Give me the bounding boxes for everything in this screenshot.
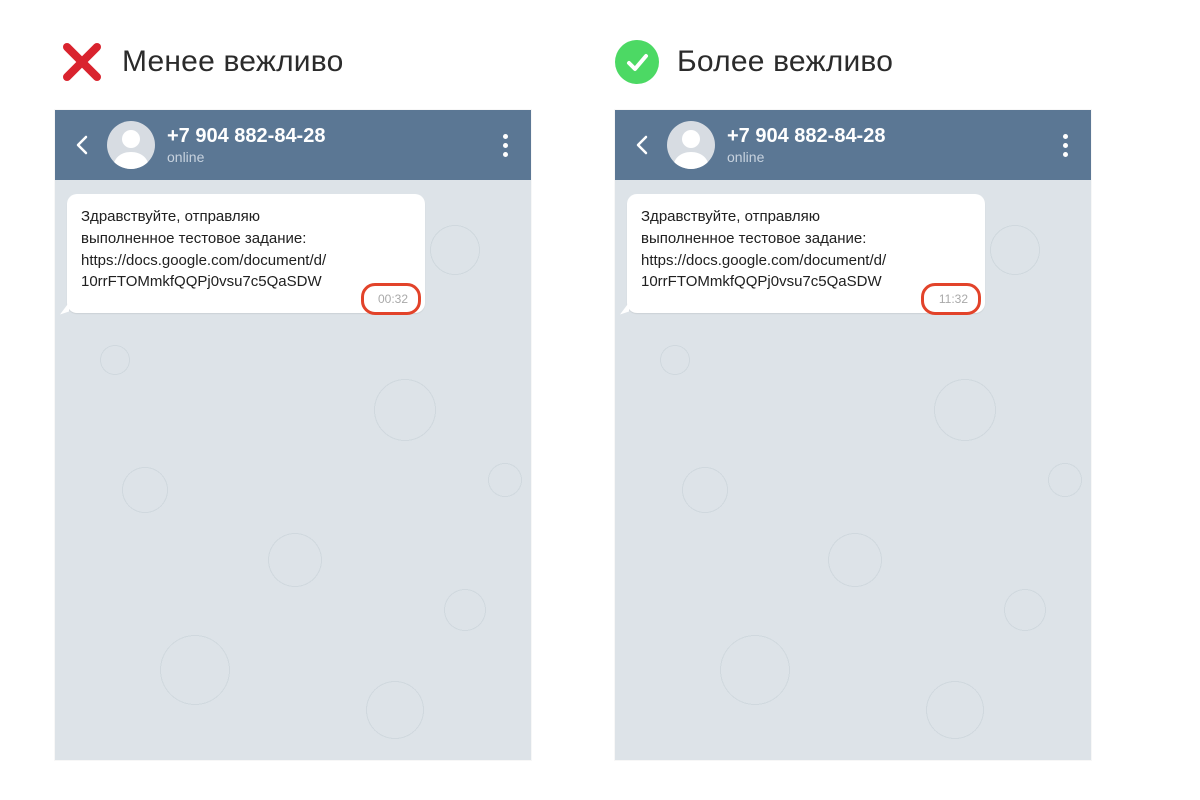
message-time: 11:32 <box>934 291 973 307</box>
back-button[interactable] <box>629 131 657 159</box>
chat-title-block[interactable]: +7 904 882-84-28 online <box>167 125 493 165</box>
menu-button[interactable] <box>1053 131 1077 159</box>
chat-area[interactable]: Здравствуйте, отправляю выполненное тест… <box>55 180 531 327</box>
chat-phone-number: +7 904 882-84-28 <box>167 125 493 148</box>
chat-header: +7 904 882-84-28 online <box>615 110 1091 180</box>
cross-icon <box>60 40 104 84</box>
message-line: выполненное тестовое задание: <box>641 228 971 250</box>
chat-area[interactable]: Здравствуйте, отправляю выполненное тест… <box>615 180 1091 327</box>
avatar[interactable] <box>667 121 715 169</box>
message-line: 10rrFTOMmkfQQPj0vsu7c5QaSDW <box>81 271 411 293</box>
chat-phone-number: +7 904 882-84-28 <box>727 125 1053 148</box>
message-line: https://docs.google.com/document/d/ <box>641 250 971 272</box>
message-time: 00:32 <box>373 291 413 307</box>
chat-status: online <box>167 149 493 165</box>
message-line: https://docs.google.com/document/d/ <box>81 250 411 272</box>
message-line: Здравствуйте, отправляю <box>641 206 971 228</box>
chat-header: +7 904 882-84-28 online <box>55 110 531 180</box>
message-line: 10rrFTOMmkfQQPj0vsu7c5QaSDW <box>641 271 971 293</box>
phone-mock-more: +7 904 882-84-28 online Здравствуйте, от… <box>615 110 1091 760</box>
message-line: выполненное тестовое задание: <box>81 228 411 250</box>
phone-mock-less: +7 904 882-84-28 online Здравствуйте, от… <box>55 110 531 760</box>
back-button[interactable] <box>69 131 97 159</box>
check-icon <box>615 40 659 84</box>
message-line: Здравствуйте, отправляю <box>81 206 411 228</box>
heading-more-polite: Более вежливо <box>615 40 893 84</box>
chat-title-block[interactable]: +7 904 882-84-28 online <box>727 125 1053 165</box>
avatar[interactable] <box>107 121 155 169</box>
menu-button[interactable] <box>493 131 517 159</box>
heading-more-label: Более вежливо <box>677 45 893 79</box>
message-bubble[interactable]: Здравствуйте, отправляю выполненное тест… <box>67 194 425 313</box>
message-bubble[interactable]: Здравствуйте, отправляю выполненное тест… <box>627 194 985 313</box>
chat-status: online <box>727 149 1053 165</box>
heading-less-polite: Менее вежливо <box>60 40 343 84</box>
heading-less-label: Менее вежливо <box>122 45 343 79</box>
